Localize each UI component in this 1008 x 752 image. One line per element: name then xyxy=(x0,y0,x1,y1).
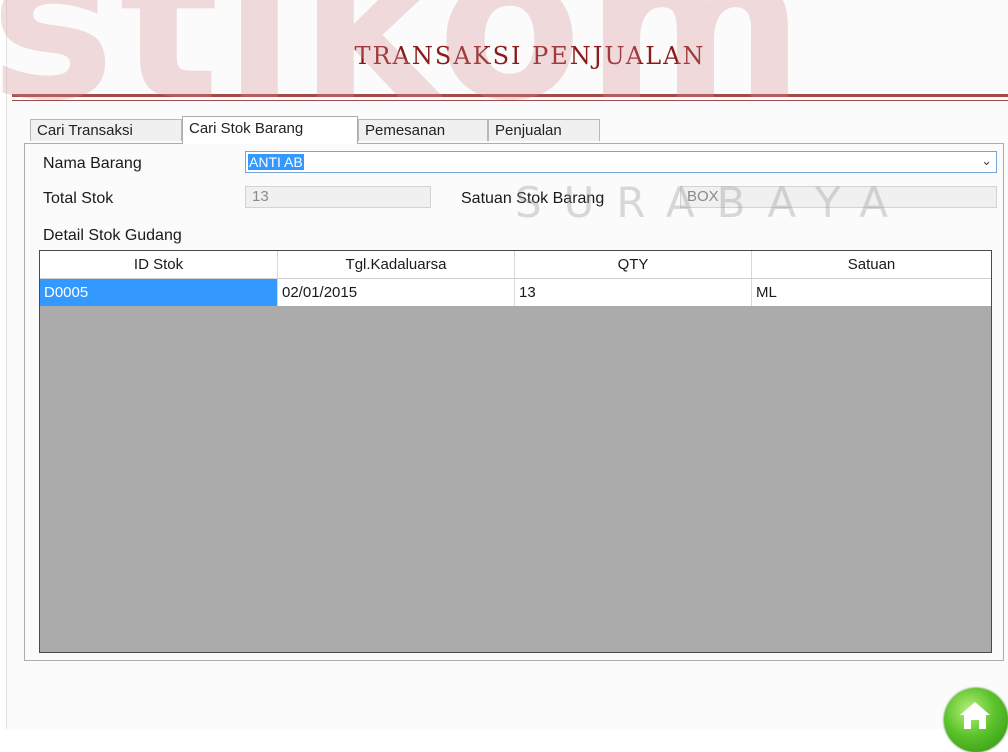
detail-stok-grid[interactable]: ID Stok Tgl.Kadaluarsa QTY Satuan D0005 … xyxy=(39,250,992,653)
title-divider-thick xyxy=(12,94,1008,97)
cell-id-stok[interactable]: D0005 xyxy=(40,279,278,306)
satuan-stok-barang-field[interactable]: BOX xyxy=(680,186,997,208)
cari-stok-barang-panel: Nama Barang ANTI AB ⌄ Total Stok 13 Satu… xyxy=(24,143,1004,661)
nama-barang-dropdown[interactable]: ANTI AB ⌄ xyxy=(245,151,997,173)
column-header-id-stok[interactable]: ID Stok xyxy=(40,251,278,278)
satuan-stok-barang-label: Satuan Stok Barang xyxy=(461,190,605,207)
title-divider-thin xyxy=(12,100,1008,101)
tab-cari-stok-barang[interactable]: Cari Stok Barang xyxy=(182,116,358,144)
cell-satuan[interactable]: ML xyxy=(752,279,991,306)
tab-pemesanan[interactable]: Pemesanan xyxy=(358,119,488,141)
cell-tgl-kadaluarsa[interactable]: 02/01/2015 xyxy=(278,279,515,306)
tab-cari-transaksi[interactable]: Cari Transaksi xyxy=(30,119,182,141)
column-header-qty[interactable]: QTY xyxy=(515,251,752,278)
detail-stok-gudang-label: Detail Stok Gudang xyxy=(43,227,182,244)
home-button[interactable] xyxy=(944,688,1008,752)
total-stok-label: Total Stok xyxy=(43,190,114,207)
tab-penjualan[interactable]: Penjualan xyxy=(488,119,600,141)
nama-barang-label: Nama Barang xyxy=(43,155,142,172)
chevron-down-icon[interactable]: ⌄ xyxy=(981,153,992,169)
home-icon xyxy=(960,702,990,729)
table-row[interactable]: D0005 02/01/2015 13 ML xyxy=(40,279,991,306)
cell-qty[interactable]: 13 xyxy=(515,279,752,306)
page-title: TRANSAKSI PENJUALAN xyxy=(354,42,706,70)
column-header-satuan[interactable]: Satuan xyxy=(752,251,991,278)
total-stok-field[interactable]: 13 xyxy=(245,186,431,208)
nama-barang-value: ANTI AB xyxy=(248,154,304,170)
column-header-tgl-kadaluarsa[interactable]: Tgl.Kadaluarsa xyxy=(278,251,515,278)
grid-header-row: ID Stok Tgl.Kadaluarsa QTY Satuan xyxy=(40,251,991,279)
